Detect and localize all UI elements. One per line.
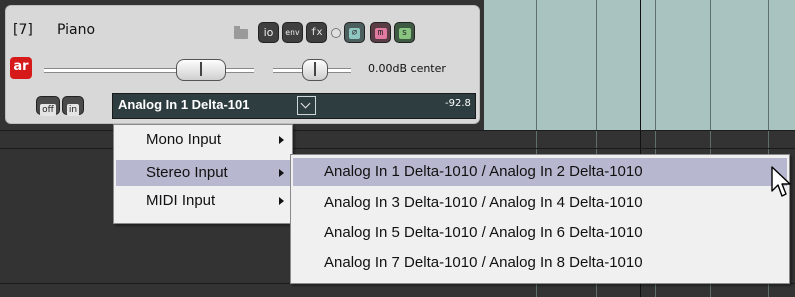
io-button[interactable]: io xyxy=(258,22,279,43)
track-number: [7] xyxy=(13,22,33,38)
submenu-item-analog-in-7-8[interactable]: Analog In 7 Delta-1010 / Analog In 8 Del… xyxy=(293,249,787,277)
menu-item-stereo-input[interactable]: Stereo Input xyxy=(116,160,290,186)
input-selector-label[interactable]: Analog In 1 Delta-101 xyxy=(118,97,249,112)
pan-slider-handle[interactable] xyxy=(302,59,328,81)
meter-readout: -92.8 xyxy=(445,98,471,109)
fx-bypass-toggle[interactable] xyxy=(331,28,341,38)
mute-button[interactable]: m xyxy=(370,22,391,43)
mouse-pointer-icon xyxy=(771,166,791,197)
submenu-item-analog-in-5-6[interactable]: Analog In 5 Delta-1010 / Analog In 6 Del… xyxy=(293,219,787,247)
submenu-arrow-icon xyxy=(279,197,284,205)
submenu-item-analog-in-1-2[interactable]: Analog In 1 Delta-1010 / Analog In 2 Del… xyxy=(293,158,787,186)
chevron-down-icon[interactable] xyxy=(297,96,316,115)
fx-button[interactable]: fx xyxy=(306,22,327,43)
folder-icon[interactable] xyxy=(234,26,248,39)
track-name[interactable]: Piano xyxy=(57,22,95,38)
submenu-arrow-icon xyxy=(279,169,284,177)
record-arm-button[interactable]: ar xyxy=(10,57,32,79)
envelope-button[interactable]: env xyxy=(282,22,303,43)
volume-readout: 0.00dB center xyxy=(368,62,446,75)
submenu-item-analog-in-3-4[interactable]: Analog In 3 Delta-1010 / Analog In 4 Del… xyxy=(293,189,787,217)
input-context-menu: Mono Input Stereo Input MIDI Input xyxy=(113,124,293,224)
record-monitor-off-button[interactable]: off xyxy=(36,96,60,116)
volume-slider-handle[interactable] xyxy=(176,59,226,81)
submenu-arrow-icon xyxy=(279,136,284,144)
solo-button[interactable]: s xyxy=(394,22,415,43)
stereo-input-submenu: Analog In 1 Delta-1010 / Analog In 2 Del… xyxy=(290,154,790,284)
menu-item-midi-input[interactable]: MIDI Input xyxy=(116,188,290,214)
record-mode-in-button[interactable]: in xyxy=(62,96,84,116)
phase-invert-button[interactable]: ∅ xyxy=(344,22,365,43)
menu-item-mono-input[interactable]: Mono Input xyxy=(116,127,290,153)
